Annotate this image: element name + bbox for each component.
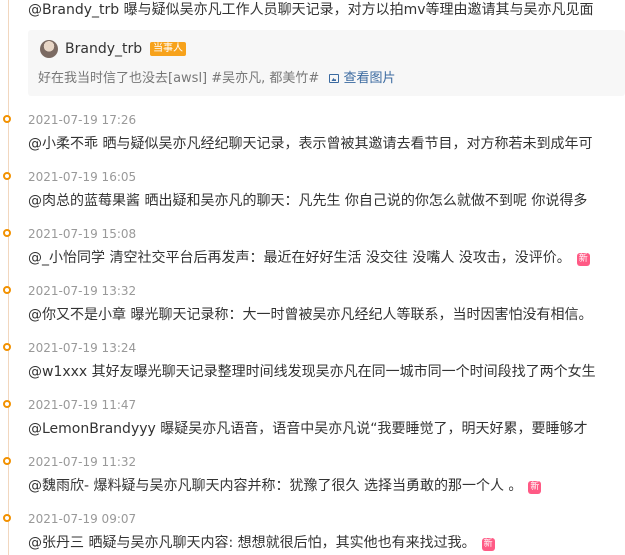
timeline-dot — [3, 286, 11, 294]
entry-date: 2021-07-19 15:08 — [28, 227, 137, 241]
quote-text-body: 好在我当时信了也没去[awsl] #吴亦凡, 都美竹# — [38, 71, 320, 86]
entry-text-content[interactable]: @魏雨欣- 爆料疑与吴亦凡聊天内容并称：犹豫了很久 选择当勇敢的那一个人 。 — [28, 478, 522, 494]
avatar[interactable] — [40, 40, 58, 58]
entry-date: 2021-07-19 09:07 — [28, 512, 137, 526]
entry-text[interactable]: @张丹三 晒疑与吴亦凡聊天内容: 想想就很后怕，其实他也有来找过我。新 — [28, 533, 625, 553]
timeline-dot — [3, 115, 11, 123]
party-badge: 当事人 — [150, 42, 186, 56]
image-icon — [329, 74, 340, 83]
new-badge: 新 — [528, 481, 542, 494]
entry-date: 2021-07-19 11:47 — [28, 398, 137, 412]
entry-text[interactable]: @_小怡同学 清空社交平台后再发声：最近在好好生活 没交往 没嘴人 没攻击，没评… — [28, 248, 625, 268]
entry-text[interactable]: @你又不是小章 曝光聊天记录称：大一时曾被吴亦凡经纪人等联系，当时因害怕没有相信… — [28, 305, 625, 325]
entry-date: 2021-07-19 13:24 — [28, 341, 137, 355]
view-image-link[interactable]: 查看图片 — [329, 71, 395, 86]
timeline-dot — [3, 457, 11, 465]
entry-date: 2021-07-19 16:05 — [28, 170, 137, 184]
timeline-dot — [3, 229, 11, 237]
new-badge: 新 — [576, 253, 590, 266]
entry-text[interactable]: @魏雨欣- 爆料疑与吴亦凡聊天内容并称：犹豫了很久 选择当勇敢的那一个人 。新 — [28, 476, 625, 496]
timeline-dot — [3, 514, 11, 522]
entry-text[interactable]: @LemonBrandyyy 曝疑吴亦凡语音，语音中吴亦凡说“我要睡觉了，明天好… — [28, 419, 625, 439]
entry-text-content[interactable]: @_小怡同学 清空社交平台后再发声：最近在好好生活 没交往 没嘴人 没攻击，没评… — [28, 250, 571, 266]
entry-text-content[interactable]: @张丹三 晒疑与吴亦凡聊天内容: 想想就很后怕，其实他也有来找过我。 — [28, 535, 476, 551]
timeline-dot — [3, 343, 11, 351]
timeline-dot — [3, 172, 11, 180]
quote-text: 好在我当时信了也没去[awsl] #吴亦凡, 都美竹# 查看图片 — [38, 70, 395, 88]
entry-date: 2021-07-19 13:32 — [28, 284, 137, 298]
new-badge: 新 — [481, 538, 495, 551]
entry-text-content[interactable]: @你又不是小章 曝光聊天记录称：大一时曾被吴亦凡经纪人等联系，当时因害怕没有相信… — [28, 307, 592, 323]
entry-text-content[interactable]: @LemonBrandyyy 曝疑吴亦凡语音，语音中吴亦凡说“我要睡觉了，明天好… — [28, 421, 588, 437]
top-entry-text[interactable]: @Brandy_trb 曝与疑似吴亦凡工作人员聊天记录，对方以拍mv等理由邀请其… — [28, 0, 625, 20]
entry-text-content[interactable]: @肉总的蓝莓果酱 晒出疑和吴亦凡的聊天：凡先生 你自己说的你怎么就做不到呢 你说… — [28, 193, 587, 209]
entry-text[interactable]: @小柔不乖 晒与疑似吴亦凡经纪聊天记录，表示曾被其邀请去看节目，对方称若未到成年… — [28, 134, 625, 154]
quote-card[interactable]: Brandy_trb 当事人 好在我当时信了也没去[awsl] #吴亦凡, 都美… — [28, 30, 625, 96]
entry-text-content[interactable]: @小柔不乖 晒与疑似吴亦凡经纪聊天记录，表示曾被其邀请去看节目，对方称若未到成年… — [28, 136, 592, 152]
entry-text[interactable]: @w1xxx 其好友曝光聊天记录整理时间线发现吴亦凡在同一城市同一个时间段找了两… — [28, 362, 625, 382]
entry-date: 2021-07-19 11:32 — [28, 455, 137, 469]
entry-date: 2021-07-19 17:26 — [28, 113, 137, 127]
view-image-label[interactable]: 查看图片 — [343, 71, 395, 86]
entry-text-content[interactable]: @w1xxx 其好友曝光聊天记录整理时间线发现吴亦凡在同一城市同一个时间段找了两… — [28, 364, 596, 380]
entry-text[interactable]: @肉总的蓝莓果酱 晒出疑和吴亦凡的聊天：凡先生 你自己说的你怎么就做不到呢 你说… — [28, 191, 625, 211]
timeline-line — [8, 0, 9, 555]
quote-username[interactable]: Brandy_trb — [65, 39, 142, 59]
timeline-dot — [3, 400, 11, 408]
